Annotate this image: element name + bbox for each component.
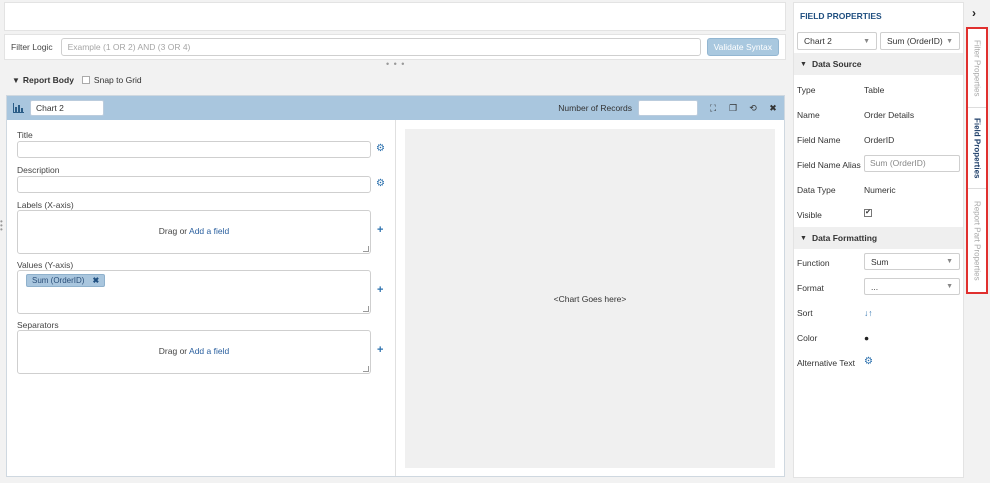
caret-down-icon: ▼ xyxy=(946,258,953,265)
alt-text-row: Alternative Text ⚙ xyxy=(797,356,873,368)
data-formatting-section[interactable]: ▼ Data Formatting xyxy=(794,227,963,249)
validate-syntax-button[interactable]: Validate Syntax xyxy=(706,38,779,56)
drag-hint: Drag or Add a field xyxy=(158,226,230,236)
values-drop-zone[interactable]: Sum (OrderID) ✖ xyxy=(17,270,371,314)
chart-panel: Number of Records ⛶ ❐ ⟲ ✖ Title ⚙ Descri… xyxy=(6,95,785,477)
undo-icon[interactable]: ⟲ xyxy=(748,103,758,114)
resize-grip-icon[interactable] xyxy=(363,246,369,252)
alias-row: Field Name Alias Sum (OrderID) xyxy=(794,152,963,177)
report-body-row: ▼ Report Body Snap to Grid xyxy=(4,68,786,92)
tab-report-part-properties[interactable]: Report Part Properties xyxy=(968,189,986,292)
number-of-records-label: Number of Records xyxy=(558,103,632,113)
filter-logic-row: Filter Logic Validate Syntax xyxy=(4,34,786,60)
field-properties-panel: FIELD PROPERTIES Chart 2 ▼ Sum (OrderID) ▼… xyxy=(793,2,964,478)
caret-down-icon: ▼ xyxy=(946,283,953,290)
filter-logic-label: Filter Logic xyxy=(11,42,53,52)
data-type-row: Data Type Numeric xyxy=(797,185,896,195)
title-label: Title xyxy=(17,130,33,140)
expand-icon[interactable]: ⛶ xyxy=(708,103,718,114)
copy-icon[interactable]: ❐ xyxy=(728,103,738,114)
caret-down-icon: ▼ xyxy=(800,234,807,242)
description-label: Description xyxy=(17,165,60,175)
plus-icon[interactable]: + xyxy=(377,344,383,356)
bar-chart-icon xyxy=(13,103,24,113)
field-select[interactable]: Sum (OrderID) ▼ xyxy=(880,32,960,50)
collapse-panel-chevron-icon[interactable]: › xyxy=(972,6,976,20)
sort-row: Sort ↓↑ xyxy=(797,308,873,318)
function-row: Function Sum ▼ xyxy=(794,250,963,275)
chart-name-input[interactable] xyxy=(30,100,104,116)
snap-to-grid-checkbox[interactable] xyxy=(81,76,90,84)
separators-drop-zone[interactable]: Drag or Add a field xyxy=(17,330,371,374)
report-body-label: Report Body xyxy=(22,75,74,85)
visible-row: Visible ✔ xyxy=(797,209,872,220)
name-row: Name Order Details xyxy=(797,110,915,120)
add-field-link[interactable]: Add a field xyxy=(189,226,229,236)
gear-icon[interactable]: ⚙ xyxy=(864,356,873,367)
add-field-link[interactable]: Add a field xyxy=(189,346,229,356)
left-resize-handle[interactable]: • • • xyxy=(0,218,4,234)
drag-hint: Drag or Add a field xyxy=(158,346,230,356)
tab-filter-properties[interactable]: Filter Properties xyxy=(968,29,986,107)
values-y-axis-label: Values (Y-axis) xyxy=(17,260,74,270)
visible-checkbox[interactable]: ✔ xyxy=(864,209,872,217)
gear-icon[interactable]: ⚙ xyxy=(376,143,385,154)
alias-input[interactable]: Sum (OrderID) xyxy=(864,155,960,172)
color-row: Color ● xyxy=(797,333,870,343)
close-icon[interactable]: ✖ xyxy=(768,103,778,114)
plus-icon[interactable]: + xyxy=(377,284,383,296)
gear-icon[interactable]: ⚙ xyxy=(376,178,385,189)
tab-field-properties[interactable]: Field Properties xyxy=(968,108,986,188)
field-name-row: Field Name OrderID xyxy=(797,135,895,145)
chart-header: Number of Records ⛶ ❐ ⟲ ✖ xyxy=(7,96,784,120)
data-source-section[interactable]: ▼ Data Source xyxy=(794,53,963,75)
chart-placeholder: <Chart Goes here> xyxy=(405,129,775,468)
remove-icon: ✖ xyxy=(92,276,100,285)
format-row: Format... ▼ xyxy=(794,275,963,300)
chart-fields-column: Title ⚙ Description ⚙ Labels (X-axis) Dr… xyxy=(7,120,396,476)
caret-down-icon: ▼ xyxy=(800,60,807,68)
title-input[interactable] xyxy=(17,141,371,158)
value-field-pill[interactable]: Sum (OrderID) ✖ xyxy=(26,274,106,287)
labels-drop-zone[interactable]: Drag or Add a field xyxy=(17,210,371,254)
type-row: Type Table xyxy=(797,85,885,95)
filter-logic-input[interactable] xyxy=(60,38,701,56)
color-drop-icon[interactable]: ● xyxy=(864,333,869,343)
format-select[interactable]: ... ▼ xyxy=(864,278,960,295)
caret-down-icon: ▼ xyxy=(863,37,870,45)
labels-x-axis-label: Labels (X-axis) xyxy=(17,200,74,210)
properties-tabs: Filter Properties Field Properties Repor… xyxy=(966,27,988,294)
description-input[interactable] xyxy=(17,176,371,193)
panel-title: FIELD PROPERTIES xyxy=(800,11,882,21)
number-of-records-input[interactable] xyxy=(638,100,698,116)
top-toolbar xyxy=(4,2,786,31)
resize-grip-icon[interactable] xyxy=(363,366,369,372)
sort-icon[interactable]: ↓↑ xyxy=(864,308,873,318)
separators-label: Separators xyxy=(17,320,59,330)
resize-grip-icon[interactable] xyxy=(363,306,369,312)
chevron-down-icon[interactable]: ▼ xyxy=(12,76,20,85)
plus-icon[interactable]: + xyxy=(377,224,383,236)
function-select[interactable]: Sum ▼ xyxy=(864,253,960,270)
snap-to-grid-label: Snap to Grid xyxy=(93,75,142,85)
caret-down-icon: ▼ xyxy=(946,37,953,45)
chart-select[interactable]: Chart 2 ▼ xyxy=(797,32,877,50)
splitter-handle[interactable]: • • • xyxy=(386,60,405,69)
